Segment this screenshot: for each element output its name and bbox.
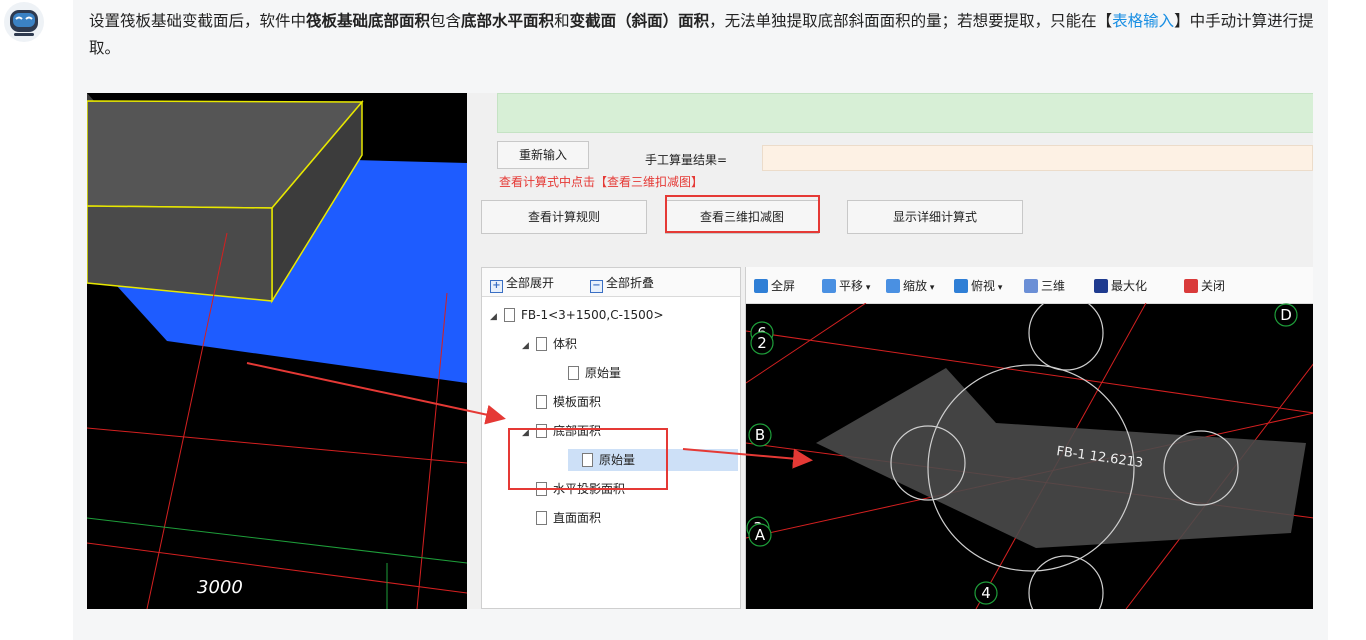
msg-segment: 包含	[430, 12, 462, 30]
message-text: 设置筏板基础变截面后，软件中筏板基础底部面积包含底部水平面积和变截面（斜面）面积…	[89, 8, 1314, 62]
annotation-arrows	[246, 362, 813, 469]
msg-bold-horizontal-area: 底部水平面积	[461, 12, 555, 30]
arrow-to-tree	[246, 362, 506, 425]
msg-segment: 设置筏板基础变截面后，软件中	[89, 12, 307, 30]
msg-bold-slope-area: 变截面（斜面）面积	[569, 12, 710, 30]
embedded-screenshot: 3000 重新输入 手工算量结果= 查看计算式中点击【查看三维扣减图】 查看计算…	[87, 93, 1313, 609]
msg-segment: 和	[554, 12, 570, 30]
robot-avatar-icon	[4, 2, 44, 42]
msg-bold-raft-bottom-area: 筏板基础底部面积	[306, 12, 431, 30]
msg-segment: ，无法单独提取底部斜面面积的量；若想要提取，只能在【	[709, 12, 1113, 30]
arrow-to-viewer	[682, 448, 813, 469]
table-input-link[interactable]: 表格输入	[1112, 12, 1174, 30]
